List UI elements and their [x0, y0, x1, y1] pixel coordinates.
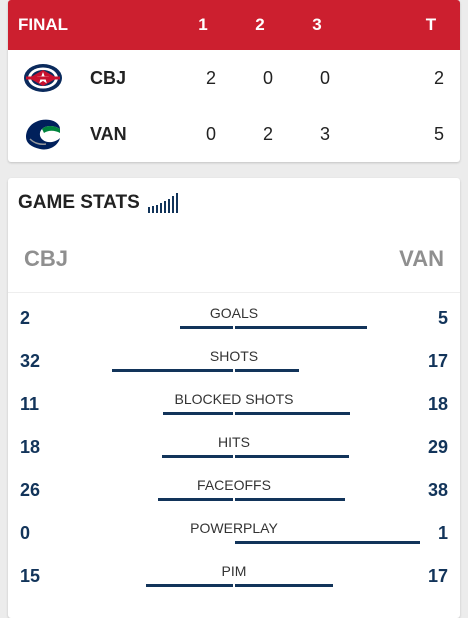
stat-away-bar [235, 541, 420, 544]
stat-label: SHOTS [209, 348, 259, 364]
stat-away-value: 38 [427, 480, 448, 500]
stats-team-header: CBJ VAN [8, 246, 460, 293]
total-header: T [425, 15, 437, 34]
stat-home-bar [162, 455, 233, 458]
van-period-1-score: 0 [205, 124, 216, 144]
stat-away-bar [235, 326, 368, 329]
stat-home-bar [162, 412, 233, 415]
stat-row: 0 POWERPLAY 1 [8, 513, 460, 556]
cbj-period-2-score: 0 [262, 68, 273, 88]
stats-away-team: VAN [399, 246, 444, 271]
stat-away-value: 18 [427, 394, 448, 414]
period-2-header: 2 [255, 15, 265, 34]
period-1-header: 1 [198, 15, 208, 34]
stats-bars-icon [148, 193, 178, 213]
stat-label: GOALS [209, 305, 259, 321]
stat-label: FACEOFFS [197, 477, 271, 493]
stat-away-bar [235, 498, 345, 501]
stat-away-value: 17 [427, 351, 448, 371]
game-stats-card: GAME STATS CBJ VAN 2 GOALS 5 32 SHOTS 17 11 BLO… [8, 178, 460, 618]
canucks-logo-icon [26, 119, 60, 150]
cbj-total-score: 2 [433, 68, 444, 88]
cbj-period-1-score: 2 [205, 68, 216, 88]
blue-jackets-logo-icon [24, 64, 62, 92]
stat-away-value: 17 [427, 566, 448, 586]
stats-home-team: CBJ [24, 246, 69, 271]
van-period-2-score: 2 [262, 124, 273, 144]
stat-label: PIM [221, 563, 247, 579]
stat-row: 26 FACEOFFS 38 [8, 470, 460, 513]
team-row-cbj[interactable]: CBJ 2 0 0 2 [8, 50, 460, 106]
period-3-header: 3 [312, 15, 322, 34]
stat-label: HITS [218, 434, 250, 450]
stat-away-value: 5 [437, 308, 448, 328]
stat-away-bar [235, 412, 350, 415]
scoreboard-card: FINAL 1 2 3 T CBJ 2 0 0 2 VAN 0 2 3 5 [8, 0, 460, 162]
game-stats-title: GAME STATS [18, 192, 140, 213]
game-status: FINAL [18, 15, 69, 34]
cbj-period-3-score: 0 [319, 68, 330, 88]
team-abbr-cbj: CBJ [90, 68, 127, 88]
stat-row: 15 PIM 17 [8, 556, 460, 599]
stat-row: 2 GOALS 5 [8, 298, 460, 341]
stat-label: POWERPLAY [190, 520, 278, 536]
scoreboard-header: FINAL 1 2 3 T [8, 0, 460, 50]
stat-row: 18 HITS 29 [8, 427, 460, 470]
stat-away-bar [235, 369, 300, 372]
stat-home-bar [112, 369, 233, 372]
stat-away-value: 29 [427, 437, 448, 457]
stat-away-value: 1 [437, 523, 448, 543]
stat-away-bar [235, 584, 334, 587]
stat-label: BLOCKED SHOTS [174, 391, 294, 407]
stat-away-bar [235, 455, 350, 458]
stat-home-bar [146, 584, 233, 587]
team-abbr-van: VAN [90, 124, 127, 144]
team-row-van[interactable]: VAN 0 2 3 5 [8, 106, 460, 162]
van-total-score: 5 [433, 124, 444, 144]
stat-row: 11 BLOCKED SHOTS 18 [8, 384, 460, 427]
stat-home-bar [157, 498, 233, 501]
stat-home-bar [180, 326, 233, 329]
van-period-3-score: 3 [319, 124, 330, 144]
stat-row: 32 SHOTS 17 [8, 341, 460, 384]
